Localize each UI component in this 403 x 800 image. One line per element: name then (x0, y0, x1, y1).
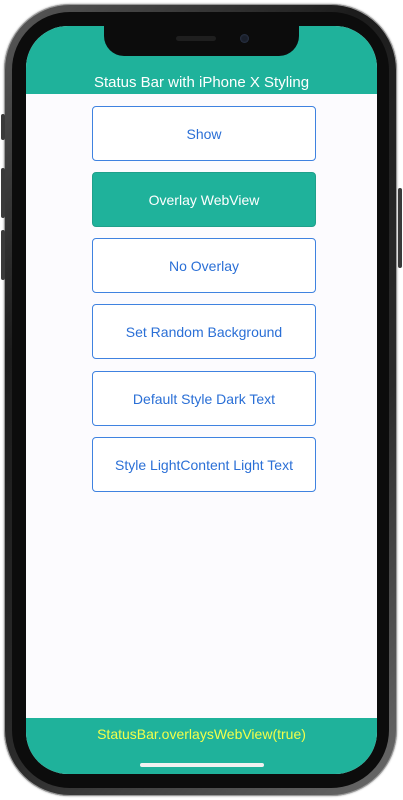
volume-up-button (1, 168, 5, 218)
notch (104, 26, 299, 56)
home-indicator[interactable] (140, 763, 264, 767)
silent-switch (1, 114, 5, 140)
style-lightcontent-light-text-button[interactable]: Style LightContent Light Text (92, 437, 316, 492)
status-readout: StatusBar.overlaysWebView(true) (97, 726, 306, 742)
no-overlay-button[interactable]: No Overlay (92, 238, 316, 293)
speaker-grille (176, 36, 216, 41)
front-camera-icon (240, 34, 249, 43)
footer-bar: StatusBar.overlaysWebView(true) (26, 718, 377, 774)
page-title: Status Bar with iPhone X Styling (93, 74, 310, 91)
overlay-webview-button[interactable]: Overlay WebView (92, 172, 316, 227)
default-style-dark-text-button[interactable]: Default Style Dark Text (92, 371, 316, 426)
volume-down-button (1, 230, 5, 280)
set-random-background-button[interactable]: Set Random Background (92, 304, 316, 359)
phone-screen: Status Bar with iPhone X Styling Show Ov… (26, 26, 377, 774)
power-button (398, 188, 402, 268)
show-button[interactable]: Show (92, 106, 316, 161)
